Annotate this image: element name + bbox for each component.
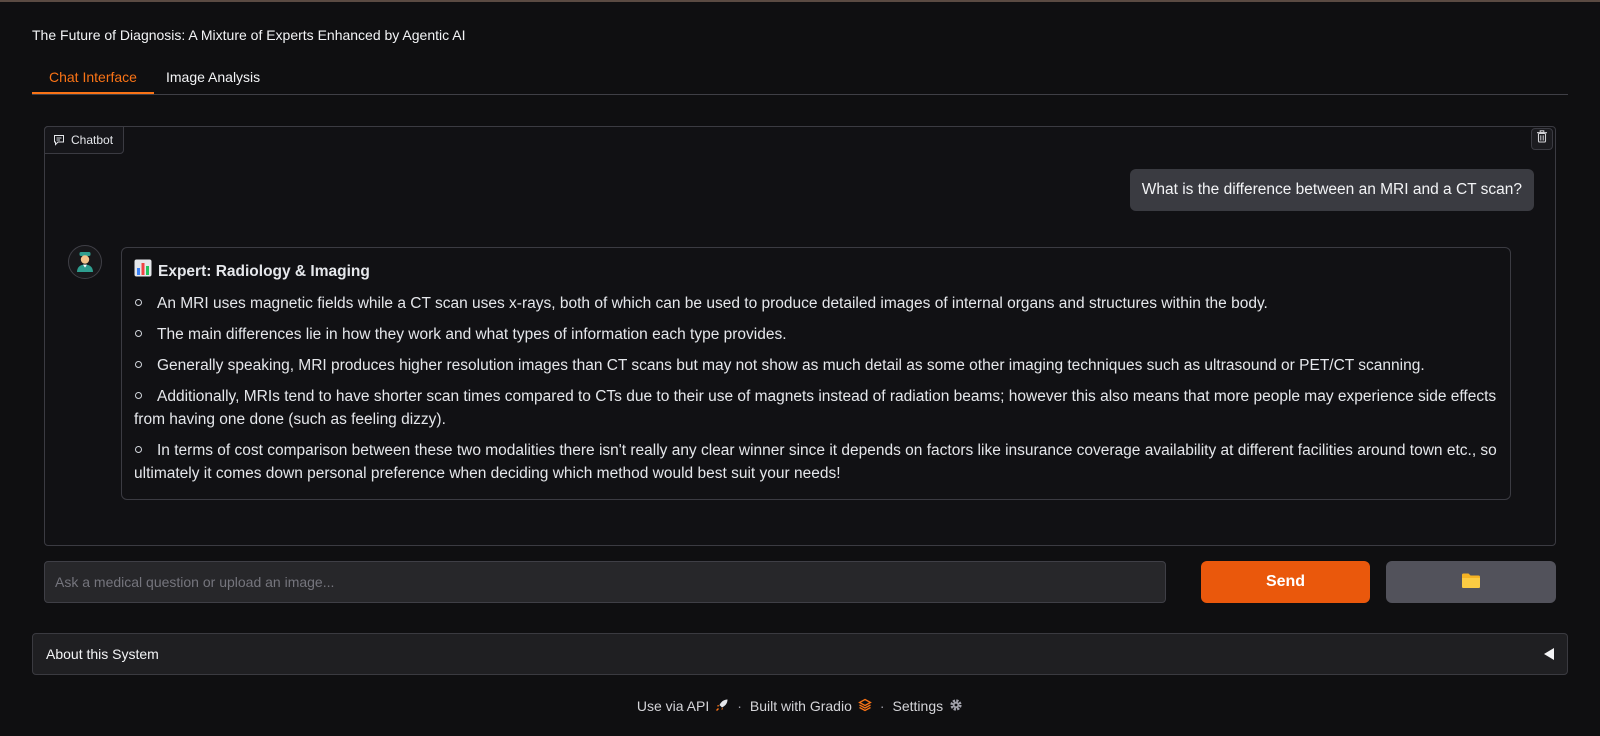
input-row: Send (44, 561, 1556, 603)
expert-title: Expert: Radiology & Imaging (158, 263, 370, 280)
chatbot-label: Chatbot (44, 126, 125, 154)
message-input[interactable] (44, 561, 1166, 603)
tab-image-analysis[interactable]: Image Analysis (149, 62, 277, 93)
rocket-icon (715, 698, 729, 715)
chart-icon (134, 259, 152, 284)
clear-chat-button[interactable] (1531, 128, 1553, 150)
chatbot-panel: Chatbot What is the difference between a… (44, 126, 1556, 546)
list-item: In terms of cost comparison between thes… (134, 442, 1497, 482)
send-button[interactable]: Send (1201, 561, 1370, 603)
list-item: The main differences lie in how they wor… (134, 323, 1498, 346)
footer-separator: · (737, 698, 742, 714)
about-label: About this System (46, 646, 159, 662)
about-accordion[interactable]: About this System (32, 633, 1568, 675)
doctor-avatar-icon (68, 245, 102, 279)
use-via-api-link[interactable]: Use via API (637, 698, 729, 715)
app-title: The Future of Diagnosis: A Mixture of Ex… (32, 27, 466, 43)
tab-chat-interface[interactable]: Chat Interface (32, 62, 154, 94)
top-border (0, 0, 1600, 2)
list-item: Generally speaking, MRI produces higher … (134, 354, 1498, 377)
footer: Use via API · Built with Gradio · Settin… (0, 696, 1600, 716)
triangle-left-icon (1544, 648, 1554, 660)
settings-link[interactable]: Settings (893, 698, 964, 715)
list-item: An MRI uses magnetic fields while a CT s… (134, 292, 1498, 315)
list-item: Additionally, MRIs tend to have shorter … (134, 388, 1497, 428)
gradio-logo-icon (858, 698, 872, 715)
footer-separator: · (879, 698, 885, 714)
gear-icon (949, 698, 963, 715)
folder-icon (1461, 572, 1481, 592)
tab-bar: Chat Interface Image Analysis (32, 62, 1568, 95)
chatbot-label-text: Chatbot (71, 133, 114, 147)
expert-heading: Expert: Radiology & Imaging (134, 259, 1498, 284)
built-with-gradio-link[interactable]: Built with Gradio (750, 698, 872, 715)
user-message: What is the difference between an MRI an… (1129, 169, 1534, 211)
chat-bubble-icon (53, 134, 65, 146)
upload-button[interactable] (1386, 561, 1556, 603)
trash-icon (1536, 130, 1548, 148)
bot-message: Expert: Radiology & Imaging An MRI uses … (121, 247, 1511, 500)
